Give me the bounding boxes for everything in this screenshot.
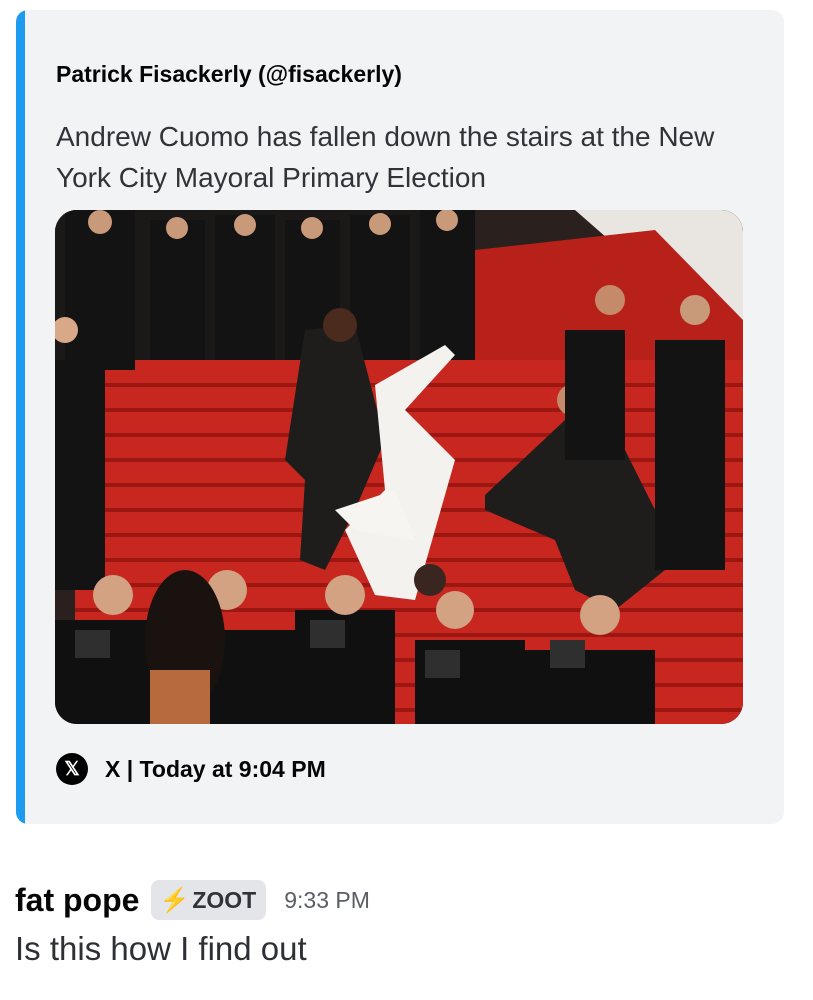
link-embed-card: Patrick Fisackerly (@fisackerly) Andrew … (16, 10, 784, 824)
x-logo-icon: 𝕏 (56, 753, 88, 785)
lightning-bolt-icon: ⚡ (159, 886, 190, 914)
embed-accent-bar (16, 10, 25, 824)
embed-description: Andrew Cuomo has fallen down the stairs … (56, 121, 715, 193)
guild-tag[interactable]: ⚡ ZOOT (151, 880, 267, 920)
message-header: fat pope ⚡ ZOOT 9:33 PM (15, 876, 370, 924)
embed-author[interactable]: Patrick Fisackerly (@fisackerly) (56, 61, 402, 88)
embed-photo-illustration (55, 210, 743, 724)
embed-footer-text: X | Today at 9:04 PM (105, 755, 326, 782)
embed-footer: 𝕏 X | Today at 9:04 PM (56, 752, 326, 786)
embed-image[interactable] (55, 210, 743, 724)
message-timestamp: 9:33 PM (284, 886, 370, 913)
guild-tag-label: ZOOT (192, 886, 257, 913)
username[interactable]: fat pope (15, 882, 139, 919)
message-text: Is this how I find out (15, 930, 307, 967)
